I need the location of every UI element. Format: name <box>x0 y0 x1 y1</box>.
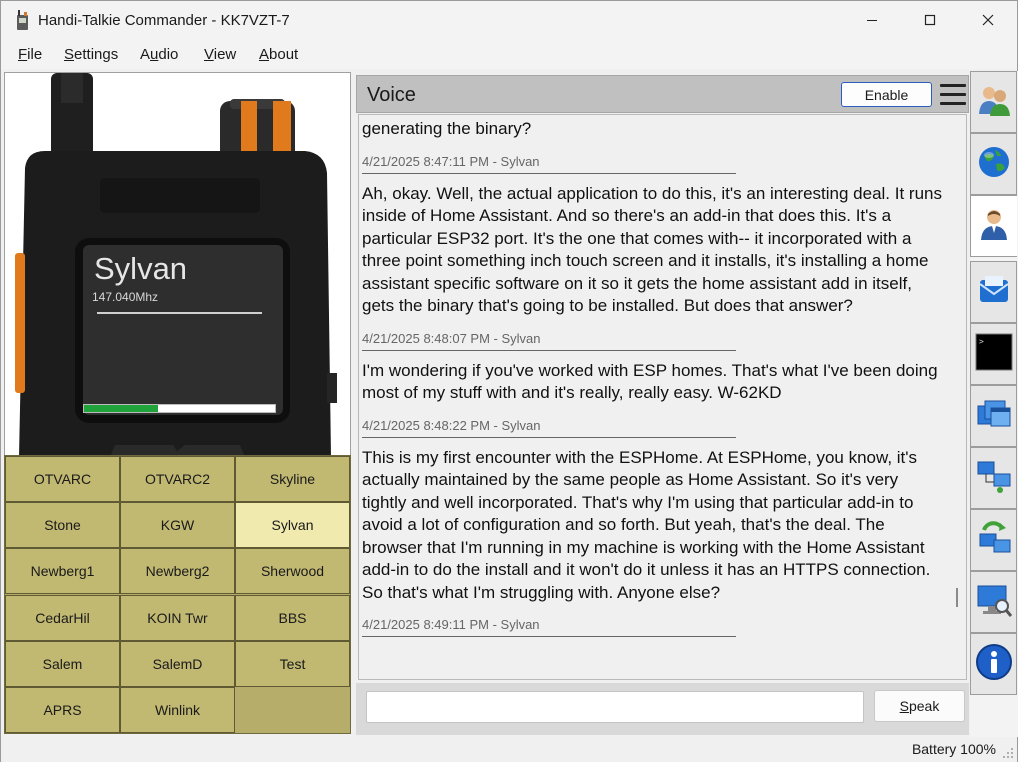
menu-bar: File Settings Audio View About <box>1 39 1017 69</box>
radio-display-panel: Sylvan 147.040Mhz <box>4 72 351 456</box>
windows-icon <box>976 396 1012 437</box>
message-meta: 4/21/2025 8:47:11 PM - Sylvan <box>362 154 736 174</box>
sync-icon <box>976 520 1012 561</box>
message-text: This is my first encounter with the ESPH… <box>362 447 931 602</box>
channel-button[interactable]: Newberg2 <box>120 548 235 595</box>
minimize-icon <box>867 20 877 21</box>
terminal-icon: > <box>975 333 1013 376</box>
message-meta: 4/21/2025 8:48:07 PM - Sylvan <box>362 331 736 351</box>
menu-audio[interactable]: Audio <box>140 46 178 63</box>
channel-button[interactable]: KOIN Twr <box>120 594 235 641</box>
sidebar-tab-terminal[interactable]: > <box>970 323 1017 385</box>
svg-text:>: > <box>979 337 984 346</box>
channel-button[interactable]: Skyline <box>235 456 350 502</box>
scrollbar-thumb[interactable] <box>956 588 958 607</box>
sidebar-tab-user[interactable] <box>970 195 1017 257</box>
radio-channel-name: Sylvan <box>94 251 188 286</box>
channel-button[interactable]: Sherwood <box>235 548 350 595</box>
signal-bar <box>83 404 276 413</box>
voice-title: Voice <box>367 84 416 106</box>
menu-about[interactable]: About <box>259 46 298 63</box>
radio-divider <box>97 312 262 314</box>
app-window: Handi-Talkie Commander - KK7VZT-7 File S… <box>0 0 1018 762</box>
channel-button[interactable]: CedarHil <box>5 594 120 641</box>
mail-icon <box>976 272 1012 313</box>
channel-button[interactable]: OTVARC2 <box>120 456 235 502</box>
speak-row: Speak <box>356 683 969 735</box>
info-icon <box>975 643 1013 686</box>
status-bar: Battery 100% <box>1 737 1017 762</box>
channel-button[interactable]: Newberg1 <box>5 548 120 595</box>
menu-hamburger-icon[interactable] <box>940 84 966 106</box>
battery-status: Battery 100% <box>911 741 996 757</box>
channel-button[interactable]: BBS <box>235 594 350 641</box>
voice-panel: Voice Enable generating the binary? 4/21/… <box>356 75 969 735</box>
right-sidebar-tabs: > <box>970 71 1018 737</box>
message-text: Ah, okay. Well, the actual application t… <box>362 183 942 316</box>
title-bar[interactable]: Handi-Talkie Commander - KK7VZT-7 <box>1 1 1017 39</box>
sidebar-tab-search-computer[interactable] <box>970 571 1017 633</box>
maximize-button[interactable] <box>901 1 959 39</box>
channel-button[interactable]: OTVARC <box>5 456 120 502</box>
close-button[interactable] <box>959 1 1017 39</box>
enable-button[interactable]: Enable <box>841 82 932 107</box>
search-computer-icon <box>976 582 1012 623</box>
channel-button[interactable]: SalemD <box>120 640 235 687</box>
radio-frequency: 147.040Mhz <box>92 290 159 304</box>
transcript-list: generating the binary? 4/21/2025 8:47:11 … <box>362 115 946 637</box>
contacts-icon <box>976 82 1012 123</box>
radio-app-icon <box>17 10 28 30</box>
signal-bar-fill <box>84 405 159 412</box>
message-meta: 4/21/2025 8:49:11 PM - Sylvan <box>362 617 736 637</box>
maximize-icon <box>924 14 936 26</box>
sidebar-tab-sync[interactable] <box>970 509 1017 571</box>
close-icon <box>982 14 994 26</box>
user-icon <box>976 206 1012 247</box>
sidebar-tab-mail[interactable] <box>970 261 1017 323</box>
sidebar-tab-globe[interactable] <box>970 133 1017 195</box>
speak-input[interactable] <box>366 691 864 723</box>
channel-button[interactable]: Winlink <box>120 687 235 733</box>
channel-button[interactable]: KGW <box>120 502 235 549</box>
message-text: I'm wondering if you've worked with ESP … <box>362 360 938 403</box>
channel-button[interactable]: Salem <box>5 640 120 687</box>
network-icon <box>976 458 1012 499</box>
channel-button[interactable]: Sylvan <box>235 502 350 549</box>
menu-file[interactable]: File <box>18 46 42 63</box>
message-text: generating the binary? <box>362 119 532 138</box>
message-meta: 4/21/2025 8:48:22 PM - Sylvan <box>362 418 736 438</box>
channel-button[interactable]: Test <box>235 640 350 687</box>
window-title: Handi-Talkie Commander - KK7VZT-7 <box>38 12 290 29</box>
menu-view[interactable]: View <box>204 46 236 63</box>
channel-grid: OTVARC OTVARC2 Skyline Stone KGW Sylvan Newber… <box>4 455 351 734</box>
sidebar-tab-contacts[interactable] <box>970 71 1017 133</box>
voice-header: Voice Enable <box>356 75 969 113</box>
menu-settings[interactable]: Settings <box>64 46 118 63</box>
resize-grip-icon[interactable] <box>1002 747 1014 759</box>
voice-transcript-log[interactable]: generating the binary? 4/21/2025 8:47:11 … <box>358 114 967 680</box>
sidebar-tab-windows[interactable] <box>970 385 1017 447</box>
channel-button[interactable]: APRS <box>5 687 120 733</box>
minimize-button[interactable] <box>843 1 901 39</box>
channel-button[interactable]: Stone <box>5 502 120 549</box>
globe-icon <box>976 144 1012 185</box>
speak-button[interactable]: Speak <box>874 690 965 722</box>
sidebar-tab-network[interactable] <box>970 447 1017 509</box>
sidebar-tab-info[interactable] <box>970 633 1017 695</box>
